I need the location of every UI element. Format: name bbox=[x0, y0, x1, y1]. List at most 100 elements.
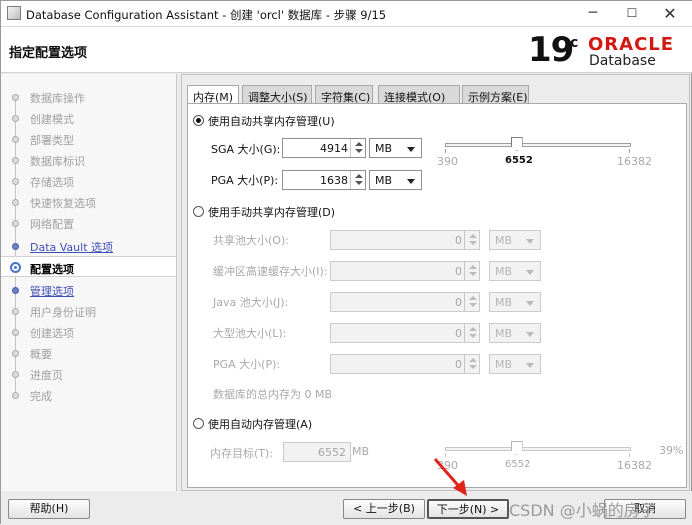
step-user-credentials: 用户身份证明 bbox=[1, 300, 176, 321]
maximize-button[interactable]: ☐ bbox=[622, 5, 642, 22]
step-dot-icon bbox=[12, 243, 19, 250]
step-configuration-options[interactable]: 配置选项 bbox=[1, 256, 176, 277]
logo-product: Database bbox=[589, 53, 656, 69]
pga-size-spinner[interactable]: 1638 bbox=[282, 170, 366, 190]
memory-target-field[interactable]: 6552 bbox=[283, 442, 351, 462]
chevron-down-icon bbox=[407, 179, 415, 184]
spinner-arrows-icon bbox=[464, 293, 479, 311]
step-dot-icon bbox=[12, 392, 19, 399]
manual-shared-memory-radio[interactable] bbox=[193, 206, 204, 217]
step-summary: 概要 bbox=[1, 342, 176, 363]
next-button[interactable]: 下一步(N) > bbox=[427, 499, 509, 519]
slider-max-value: 16382 bbox=[617, 459, 652, 472]
step-creation-option: 创建选项 bbox=[1, 321, 176, 342]
chevron-down-icon bbox=[526, 332, 534, 337]
step-dot-icon bbox=[12, 178, 19, 185]
large-pool-unit-select[interactable]: MB bbox=[489, 323, 541, 343]
step-deployment-type: 部署类型 bbox=[1, 128, 176, 149]
logo-version: 19 bbox=[528, 30, 574, 70]
memory-target-slider-thumb[interactable] bbox=[510, 441, 523, 455]
memory-target-unit: MB bbox=[352, 445, 370, 458]
step-dot-icon bbox=[12, 220, 19, 227]
total-memory-text: 数据库的总内存为 0 MB bbox=[213, 388, 333, 401]
manual-shared-memory-label[interactable]: 使用手动共享内存管理(D) bbox=[208, 204, 335, 220]
sga-unit-select[interactable]: MB bbox=[369, 138, 422, 158]
logo-brand: ORACLE bbox=[588, 34, 675, 55]
help-button[interactable]: 帮助(H) bbox=[8, 499, 90, 519]
step-storage-option: 存储选项 bbox=[1, 170, 176, 191]
tab-connection-mode[interactable]: 连接模式(O) bbox=[378, 85, 460, 104]
step-header: 指定配置选项 19 c ORACLE Database bbox=[1, 27, 692, 73]
sga-size-spinner[interactable]: 4914 bbox=[282, 138, 366, 158]
manual-pga-spinner[interactable]: 0 bbox=[330, 354, 480, 374]
step-database-identification: 数据库标识 bbox=[1, 149, 176, 170]
logo-version-suffix: c bbox=[570, 35, 579, 51]
manual-pga-unit-select[interactable]: MB bbox=[489, 354, 541, 374]
spinner-arrows-icon bbox=[464, 355, 479, 373]
large-pool-spinner[interactable]: 0 bbox=[330, 323, 480, 343]
java-pool-unit-select[interactable]: MB bbox=[489, 292, 541, 312]
step-database-operation: 数据库操作 bbox=[1, 86, 176, 107]
step-dot-icon bbox=[12, 115, 19, 122]
java-pool-spinner[interactable]: 0 bbox=[330, 292, 480, 312]
step-network-config: 网络配置 bbox=[1, 212, 176, 233]
manual-pga-label: PGA 大小(P): bbox=[213, 358, 281, 371]
step-data-vault[interactable]: Data Vault 选项 bbox=[1, 235, 176, 256]
step-dot-icon bbox=[12, 94, 19, 101]
tab-charset[interactable]: 字符集(C) bbox=[315, 85, 373, 104]
chevron-down-icon bbox=[526, 363, 534, 368]
window-title: Database Configuration Assistant - 创建 'o… bbox=[26, 8, 387, 22]
shared-pool-unit-select[interactable]: MB bbox=[489, 230, 541, 250]
tab-sample-schemas[interactable]: 示例方案(E) bbox=[462, 85, 529, 104]
sga-size-label: SGA 大小(G): bbox=[211, 143, 281, 156]
back-button[interactable]: < 上一步(B) bbox=[343, 499, 425, 519]
slider-current-value: 6552 bbox=[505, 459, 531, 470]
auto-shared-memory-radio[interactable] bbox=[193, 115, 204, 126]
chevron-down-icon bbox=[526, 270, 534, 275]
sga-slider-thumb[interactable] bbox=[510, 137, 523, 151]
step-dot-icon bbox=[12, 136, 19, 143]
shared-pool-label: 共享池大小(O): bbox=[213, 234, 289, 247]
step-creation-mode: 创建模式 bbox=[1, 107, 176, 128]
minimize-button[interactable]: ─ bbox=[583, 5, 603, 22]
slider-max-value: 16382 bbox=[617, 155, 652, 168]
slider-current-value: 6552 bbox=[505, 155, 533, 166]
java-pool-label: Java 池大小(J): bbox=[213, 296, 289, 309]
steps-sidebar: 数据库操作 创建模式 部署类型 数据库标识 存储选项 快速恢复选项 网络配置 D… bbox=[1, 74, 177, 491]
tab-memory[interactable]: 内存(M) bbox=[187, 85, 239, 105]
auto-memory-radio[interactable] bbox=[193, 418, 204, 429]
chevron-down-icon bbox=[526, 301, 534, 306]
sga-memory-slider[interactable] bbox=[445, 143, 631, 147]
tab-sizing[interactable]: 调整大小(S) bbox=[242, 85, 312, 104]
slider-percent: 39% bbox=[659, 444, 684, 457]
red-arrow-annotation bbox=[433, 458, 467, 496]
slider-min-value: 390 bbox=[437, 155, 458, 168]
step-progress-page: 进度页 bbox=[1, 363, 176, 384]
memory-target-label: 内存目标(T): bbox=[210, 447, 274, 460]
step-dot-icon bbox=[12, 350, 19, 357]
large-pool-label: 大型池大小(L): bbox=[213, 327, 287, 340]
dbca-window: Database Configuration Assistant - 创建 'o… bbox=[0, 0, 692, 525]
current-step-icon bbox=[10, 262, 21, 273]
auto-shared-memory-label[interactable]: 使用自动共享内存管理(U) bbox=[208, 113, 335, 129]
spinner-arrows-icon bbox=[464, 324, 479, 342]
spinner-arrows-icon[interactable] bbox=[350, 139, 365, 157]
buffer-cache-label: 缓冲区高速缓存大小(I): bbox=[213, 265, 328, 278]
spinner-arrows-icon[interactable] bbox=[350, 171, 365, 189]
memory-panel: 使用自动共享内存管理(U) SGA 大小(G): 4914 MB PGA 大小(… bbox=[187, 103, 687, 488]
java-app-icon bbox=[7, 6, 21, 20]
pga-size-label: PGA 大小(P): bbox=[211, 174, 279, 187]
step-management-options[interactable]: 管理选项 bbox=[1, 279, 176, 300]
step-dot-icon bbox=[12, 308, 19, 315]
buffer-cache-spinner[interactable]: 0 bbox=[330, 261, 480, 281]
step-dot-icon bbox=[12, 157, 19, 164]
step-dot-icon bbox=[12, 287, 19, 294]
close-window-button[interactable]: ✕ bbox=[660, 5, 680, 22]
csdn-watermark: CSDN @小蜗的房子 bbox=[509, 501, 656, 520]
pga-unit-select[interactable]: MB bbox=[369, 170, 422, 190]
buffer-cache-unit-select[interactable]: MB bbox=[489, 261, 541, 281]
memory-target-slider[interactable] bbox=[445, 447, 631, 451]
spinner-arrows-icon bbox=[464, 231, 479, 249]
auto-memory-label[interactable]: 使用自动内存管理(A) bbox=[208, 416, 312, 432]
shared-pool-spinner[interactable]: 0 bbox=[330, 230, 480, 250]
